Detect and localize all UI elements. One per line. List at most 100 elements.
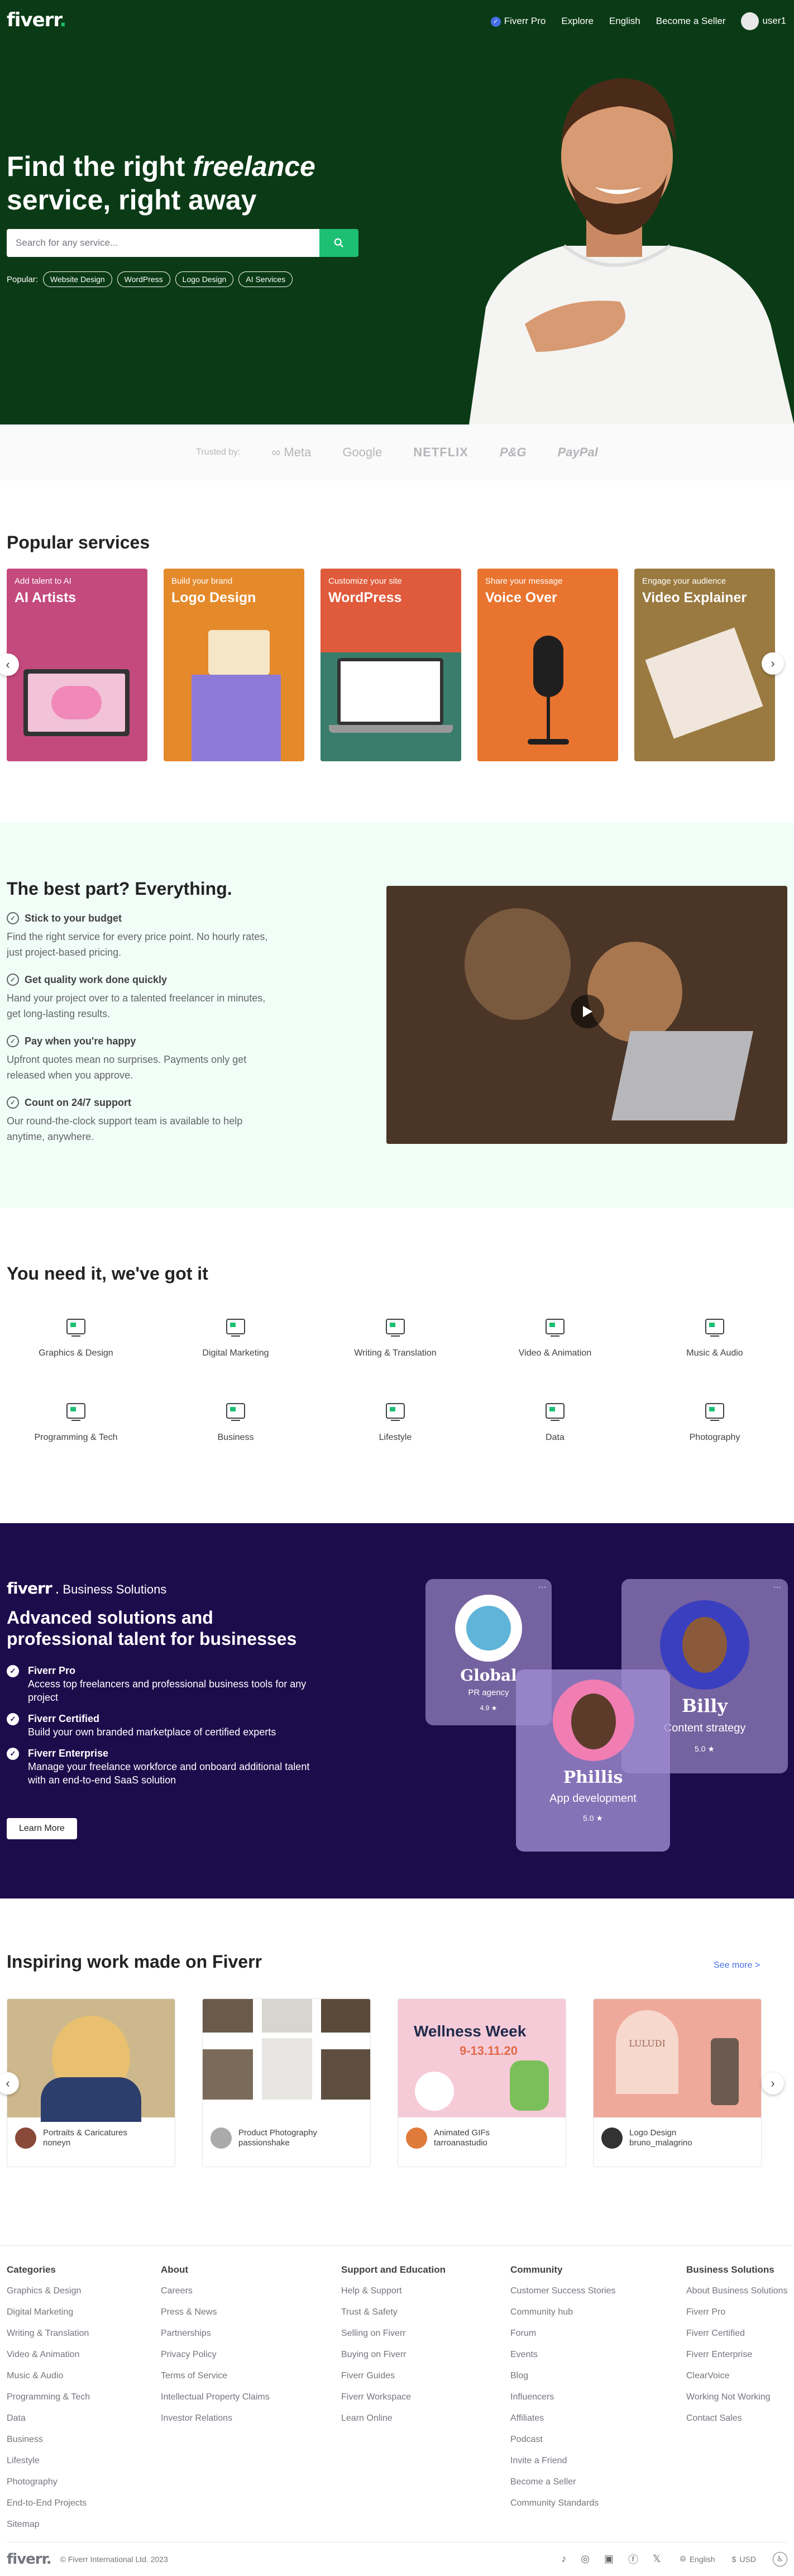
popular-tag[interactable]: WordPress [117, 271, 170, 287]
footer-link[interactable]: Customer Success Stories [510, 2281, 616, 2302]
nav-explore[interactable]: Explore [561, 16, 594, 27]
facebook-icon[interactable]: ⓕ [628, 2552, 638, 2567]
footer-link[interactable]: Writing & Translation [7, 2323, 90, 2344]
footer-link[interactable]: Community Standards [510, 2493, 616, 2514]
category-item[interactable]: Graphics & Design [20, 1314, 132, 1358]
footer-link[interactable]: Video & Animation [7, 2344, 90, 2365]
fiverr-logo[interactable]: fiverr. [7, 9, 66, 31]
play-button[interactable] [571, 995, 604, 1028]
currency-selector[interactable]: $ USD [732, 2555, 756, 2564]
footer-link[interactable]: Intellectual Property Claims [161, 2387, 270, 2408]
footer-link[interactable]: Press & News [161, 2302, 270, 2323]
footer-link[interactable]: Digital Marketing [7, 2302, 90, 2323]
footer-link[interactable]: Contact Sales [686, 2408, 787, 2429]
footer-link[interactable]: Trust & Safety [341, 2302, 446, 2323]
video-player[interactable] [386, 886, 787, 1144]
footer-link[interactable]: Terms of Service [161, 2365, 270, 2387]
footer-link[interactable]: End-to-End Projects [7, 2493, 90, 2514]
service-card[interactable]: Engage your audience Video Explainer [634, 569, 775, 761]
footer-link[interactable]: Buying on Fiverr [341, 2344, 446, 2365]
service-card[interactable]: Customize your site WordPress [321, 569, 461, 761]
see-more-link[interactable]: See more > [714, 1960, 760, 1971]
footer-link[interactable]: Events [510, 2344, 616, 2365]
learn-more-button[interactable]: Learn More [7, 1818, 77, 1839]
avatar [15, 2127, 36, 2149]
footer-link[interactable]: Podcast [510, 2429, 616, 2450]
category-item[interactable]: Digital Marketing [180, 1314, 291, 1358]
work-card[interactable]: Portraits & Caricatures noneyn [7, 1998, 175, 2167]
footer-column: Business Solutions About Business Solutio… [686, 2259, 787, 2429]
footer-link[interactable]: Forum [510, 2323, 616, 2344]
category-item[interactable]: Music & Audio [659, 1314, 771, 1358]
footer-link[interactable]: Learn Online [341, 2408, 446, 2429]
linkedin-icon[interactable]: ▣ [604, 2553, 614, 2565]
carousel-next-button[interactable]: › [762, 2072, 784, 2095]
footer-link[interactable]: Fiverr Workspace [341, 2387, 446, 2408]
footer-link[interactable]: Blog [510, 2365, 616, 2387]
globe-icon: 🌐︎ [680, 2554, 686, 2563]
footer-logo[interactable]: fiverr. [7, 2551, 52, 2568]
service-card[interactable]: Build your brand Logo Design [164, 569, 304, 761]
search-input[interactable]: Search for any service... [7, 229, 319, 257]
footer-link[interactable]: Investor Relations [161, 2408, 270, 2429]
user-menu[interactable]: user1 [741, 12, 786, 30]
footer-link[interactable]: Sitemap [7, 2514, 90, 2535]
footer-link[interactable]: Working Not Working [686, 2387, 787, 2408]
footer-link[interactable]: Fiverr Guides [341, 2365, 446, 2387]
footer-link[interactable]: Photography [7, 2472, 90, 2493]
search-button[interactable] [319, 229, 358, 257]
footer-link[interactable]: Fiverr Certified [686, 2323, 787, 2344]
work-card[interactable]: Wellness Week 9-13.11.20 Animated GIFs ta… [398, 1998, 566, 2167]
nav-fiverr-pro[interactable]: ✓ Fiverr Pro [490, 16, 546, 27]
nav-language[interactable]: English [609, 16, 640, 27]
category-item[interactable]: Photography [659, 1398, 771, 1443]
footer-link[interactable]: Data [7, 2408, 90, 2429]
check-icon: ✓ [7, 1665, 19, 1677]
carousel-next-button[interactable]: › [762, 652, 784, 675]
footer-link[interactable]: Lifestyle [7, 2450, 90, 2472]
language-selector[interactable]: 🌐︎ English [680, 2554, 715, 2564]
category-item[interactable]: Programming & Tech [20, 1398, 132, 1443]
service-card[interactable]: Share your message Voice Over [477, 569, 618, 761]
footer-link[interactable]: Community hub [510, 2302, 616, 2323]
category-item[interactable]: Video & Animation [499, 1314, 611, 1358]
work-card[interactable]: LULUDI Logo Design bruno_malagrino [593, 1998, 762, 2167]
popular-tag[interactable]: AI Services [238, 271, 293, 287]
service-card[interactable]: Add talent to AI AI Artists [7, 569, 147, 761]
category-item[interactable]: Lifestyle [339, 1398, 451, 1443]
footer-link[interactable]: Help & Support [341, 2281, 446, 2302]
footer-link[interactable]: Fiverr Pro [686, 2302, 787, 2323]
tiktok-icon[interactable]: ♪ [561, 2553, 566, 2565]
footer-column-title: Categories [7, 2264, 56, 2275]
footer-link[interactable]: Business [7, 2429, 90, 2450]
footer-link[interactable]: Selling on Fiverr [341, 2323, 446, 2344]
popular-tag[interactable]: Logo Design [175, 271, 234, 287]
footer-link[interactable]: ClearVoice [686, 2365, 787, 2387]
category-item[interactable]: Business [180, 1398, 291, 1443]
category-item[interactable]: Writing & Translation [339, 1314, 451, 1358]
footer-link[interactable]: Partnerships [161, 2323, 270, 2344]
footer-link[interactable]: Programming & Tech [7, 2387, 90, 2408]
footer-link[interactable]: Graphics & Design [7, 2281, 90, 2302]
instagram-icon[interactable]: ◎ [581, 2553, 590, 2565]
category-item[interactable]: Data [499, 1398, 611, 1443]
accessibility-icon[interactable]: ♿︎ [773, 2551, 787, 2567]
x-icon[interactable]: 𝕏 [653, 2553, 661, 2565]
nav-become-seller[interactable]: Become a Seller [656, 16, 726, 27]
footer-link[interactable]: Affiliates [510, 2408, 616, 2429]
footer-link[interactable]: Influencers [510, 2387, 616, 2408]
avatar [601, 2127, 623, 2149]
footer-link[interactable]: Fiverr Enterprise [686, 2344, 787, 2365]
footer-link[interactable]: Become a Seller [510, 2472, 616, 2493]
footer-link[interactable]: Careers [161, 2281, 270, 2302]
footer-link[interactable]: Music & Audio [7, 2365, 90, 2387]
footer-link[interactable]: Privacy Policy [161, 2344, 270, 2365]
footer-link[interactable]: Invite a Friend [510, 2450, 616, 2472]
popular-tag[interactable]: Website Design [42, 271, 112, 287]
avatar [455, 1595, 522, 1662]
work-card[interactable]: Product Photography passionshake [202, 1998, 371, 2167]
footer-column: About Careers Press & News Partnerships Priv… [161, 2259, 270, 2429]
avatar [660, 1600, 749, 1690]
footer-link[interactable]: About Business Solutions [686, 2281, 787, 2302]
talent-card[interactable]: Phillis App development 5.0 ★ [516, 1669, 670, 1852]
